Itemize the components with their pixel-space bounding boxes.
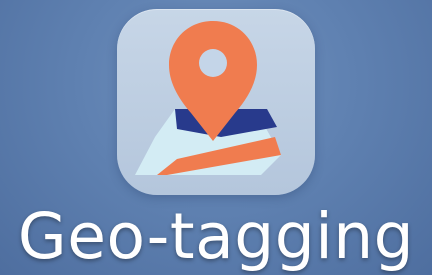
app-label[interactable]: Geo-tagging xyxy=(0,198,432,275)
map-pin-icon xyxy=(135,21,281,175)
pin-hole xyxy=(199,49,227,77)
geo-tagging-app-icon[interactable] xyxy=(117,9,315,195)
